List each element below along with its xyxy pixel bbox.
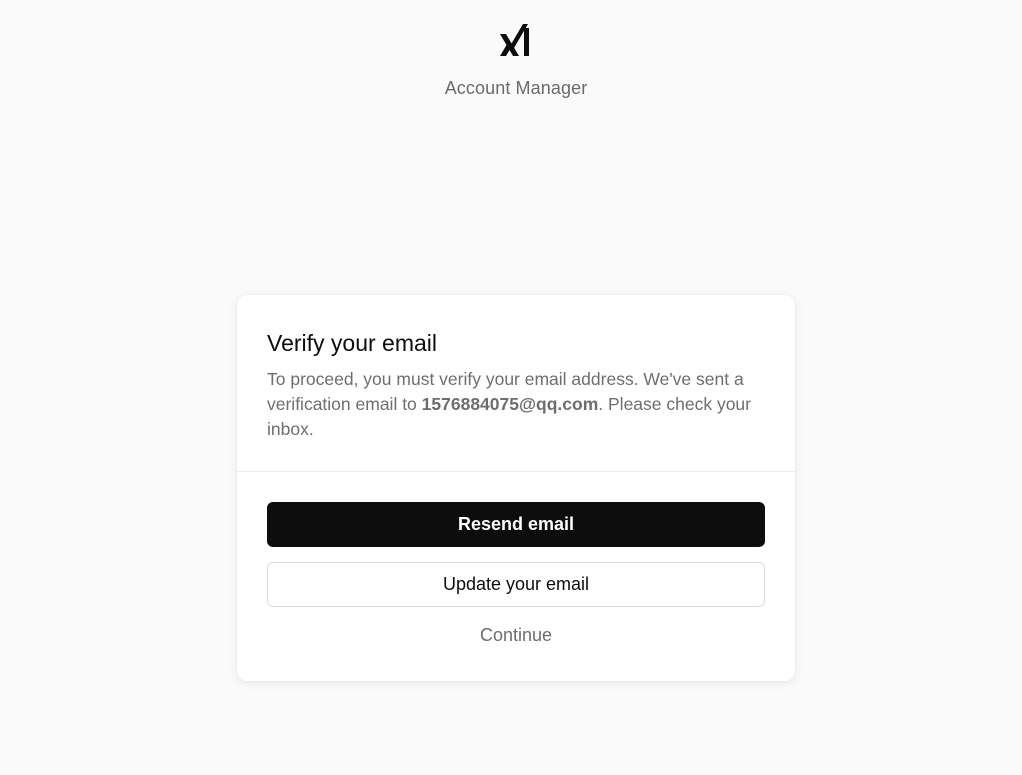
verification-message: To proceed, you must verify your email a… [267, 367, 765, 442]
card-body: Verify your email To proceed, you must v… [237, 295, 795, 472]
continue-button[interactable]: Continue [267, 620, 765, 650]
card-title: Verify your email [267, 330, 438, 356]
email-address: 1576884075@qq.com [421, 394, 599, 414]
resend-email-button[interactable]: Resend email [267, 502, 765, 547]
xai-logo-icon [500, 24, 529, 56]
verify-email-card: Verify your email To proceed, you must v… [237, 295, 795, 681]
app-name: Account Manager [444, 78, 588, 98]
update-email-button[interactable]: Update your email [267, 562, 765, 607]
card-actions: Resend email Update your email Continue [237, 472, 795, 650]
